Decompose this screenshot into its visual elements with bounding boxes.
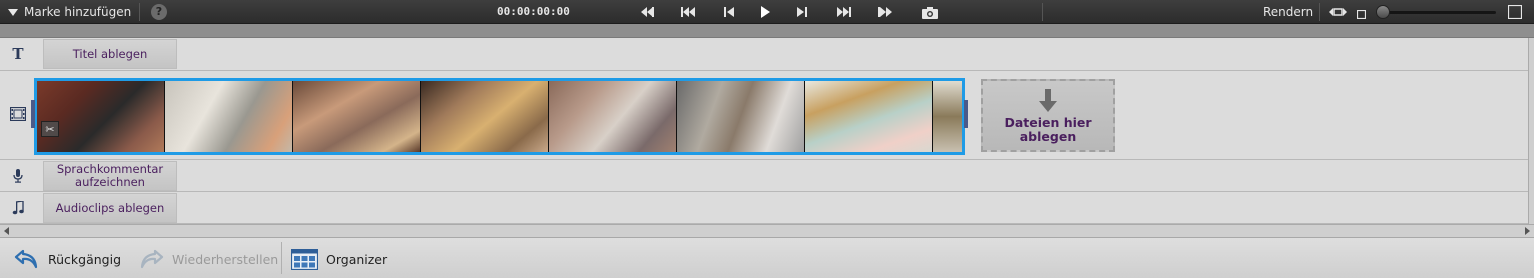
clip-thumbnail <box>933 81 962 152</box>
zoom-slider-track[interactable] <box>1384 11 1496 14</box>
step-forward-icon <box>797 7 807 17</box>
clip-thumbnail <box>805 81 933 152</box>
divider <box>139 3 140 21</box>
skip-back-icon <box>681 7 695 17</box>
audio-drop-zone[interactable]: Audioclips ablegen <box>43 193 177 223</box>
step-back-icon <box>724 7 734 17</box>
undo-button[interactable]: Rückgängig <box>14 247 121 271</box>
goto-out-button[interactable] <box>875 3 895 21</box>
text-track-icon: T <box>12 45 24 63</box>
clip-thumbnail <box>549 81 677 152</box>
undo-icon <box>14 249 38 269</box>
add-marker-label: Marke hinzufügen <box>24 5 132 19</box>
clip-trim-handle-right[interactable] <box>964 100 968 128</box>
divider <box>1319 3 1320 21</box>
clip-thumbnail <box>421 81 549 152</box>
skip-forward-button[interactable] <box>834 3 854 21</box>
files-drop-zone[interactable]: Dateien hier ablegen <box>981 79 1115 152</box>
down-arrow-icon <box>1039 89 1057 112</box>
zoom-slider-knob[interactable] <box>1376 5 1390 19</box>
goto-in-icon <box>641 7 654 17</box>
play-icon <box>761 6 770 18</box>
clip-thumbnail <box>677 81 805 152</box>
dropdown-triangle-icon <box>8 8 18 16</box>
scroll-right-icon[interactable] <box>1525 227 1530 235</box>
undo-label: Rückgängig <box>48 251 122 267</box>
music-note-icon <box>8 198 28 218</box>
organizer-button[interactable]: Organizer <box>291 247 387 271</box>
clip-thumbnail <box>37 81 165 152</box>
fit-zoom-button[interactable] <box>1329 6 1347 21</box>
render-button[interactable]: Rendern <box>1263 5 1313 19</box>
zoom-in-button[interactable] <box>1507 4 1523 22</box>
narration-track: Sprachkommentar aufzeichnen <box>0 160 1528 192</box>
timecode-display: 00:00:00:00 <box>497 5 570 18</box>
scroll-left-icon[interactable] <box>4 227 9 235</box>
timeline-toolbar: Marke hinzufügen ? 00:00:00:00 Rendern <box>0 0 1534 24</box>
timeline-ruler[interactable] <box>0 24 1534 38</box>
divider <box>281 242 282 274</box>
clip-thumbnail <box>293 81 421 152</box>
fit-zoom-icon <box>1329 8 1347 16</box>
organizer-icon <box>291 248 318 270</box>
add-marker-button[interactable]: Marke hinzufügen <box>8 4 131 20</box>
organizer-label: Organizer <box>326 251 388 267</box>
step-back-button[interactable] <box>719 3 739 21</box>
timeline-panel: Marke hinzufügen ? 00:00:00:00 Rendern T… <box>0 0 1534 278</box>
microphone-icon <box>8 166 28 186</box>
step-forward-button[interactable] <box>792 3 812 21</box>
skip-forward-icon <box>837 7 851 17</box>
snapshot-button[interactable] <box>920 3 940 21</box>
divider <box>1042 3 1043 21</box>
bottom-toolbar: Rückgängig Wiederherstellen Organizer <box>0 237 1534 278</box>
film-track-icon <box>8 104 28 124</box>
help-icon[interactable]: ? <box>151 4 167 20</box>
scissors-icon[interactable]: ✂ <box>41 121 59 137</box>
zoom-out-button[interactable] <box>1356 8 1367 22</box>
redo-button[interactable]: Wiederherstellen <box>138 247 278 271</box>
zoom-in-icon <box>1507 4 1523 20</box>
files-drop-label: Dateien hier ablegen <box>1004 115 1092 144</box>
skip-back-button[interactable] <box>678 3 698 21</box>
play-button[interactable] <box>755 3 775 21</box>
goto-in-button[interactable] <box>637 3 657 21</box>
camera-icon <box>922 6 938 19</box>
title-track: T Titel ablegen <box>0 38 1528 71</box>
redo-label: Wiederherstellen <box>172 251 279 267</box>
goto-out-icon <box>878 7 892 17</box>
clip-thumbnail <box>165 81 293 152</box>
clip-trim-handle-left[interactable] <box>31 100 35 128</box>
horizontal-scrollbar[interactable] <box>0 224 1534 237</box>
title-drop-zone[interactable]: Titel ablegen <box>43 39 177 69</box>
audio-track: Audioclips ablegen <box>0 192 1528 224</box>
narration-record-button[interactable]: Sprachkommentar aufzeichnen <box>43 161 177 191</box>
zoom-out-icon <box>1356 9 1367 20</box>
video-clip[interactable]: ✂ <box>34 78 965 155</box>
redo-icon <box>140 249 164 269</box>
vertical-scrollbar[interactable] <box>1528 38 1534 224</box>
